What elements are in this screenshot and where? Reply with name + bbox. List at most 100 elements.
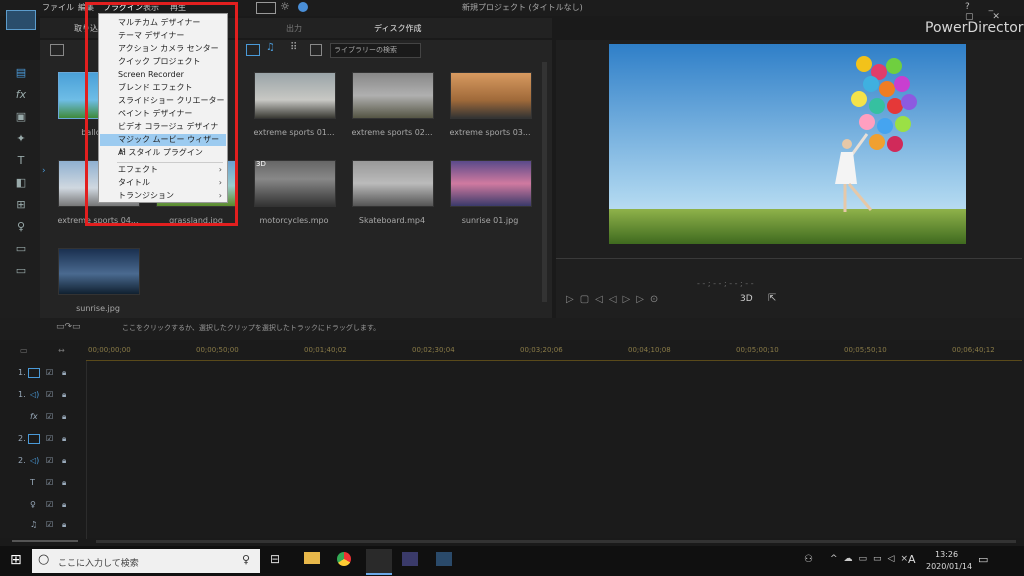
powerdirector-taskbar-icon[interactable] (366, 549, 392, 575)
track-enable-checkbox[interactable]: ☑ (46, 478, 53, 487)
timeline-scrollbar[interactable] (96, 540, 1016, 543)
app-logo (6, 10, 36, 30)
media-room-icon[interactable]: ▤ (14, 66, 28, 80)
lock-icon[interactable]: 🔒︎ (62, 412, 66, 422)
ruler-label: 00;03;20;06 (520, 346, 563, 354)
zoom-slider[interactable] (12, 540, 78, 542)
track-header-audio-2[interactable]: 2. ◁) ☑ 🔒︎ (0, 456, 86, 476)
toolbar-icon[interactable] (256, 2, 276, 14)
timeline-mode-icon[interactable]: ▭↷▭ (56, 322, 81, 332)
people-icon[interactable]: ⚇ (804, 554, 813, 565)
track-enable-checkbox[interactable]: ☑ (46, 368, 53, 377)
task-view-icon[interactable]: ⊟ (270, 552, 280, 566)
lock-icon[interactable]: 🔒︎ (62, 434, 66, 444)
thumb-skateboard[interactable] (352, 160, 434, 207)
thumb-label: extreme sports 02... (351, 128, 433, 137)
settings-icon[interactable]: ☼ (280, 0, 290, 13)
pip-room-icon[interactable]: ▣ (14, 110, 28, 124)
library-search-input[interactable]: ライブラリーの検索 (330, 43, 421, 58)
track-header-fx[interactable]: fx ☑ 🔒︎ (0, 412, 86, 432)
ruler-label: 00;04;10;08 (628, 346, 671, 354)
preview-svg (609, 44, 966, 244)
chapter-room-icon[interactable]: ▭ (14, 242, 28, 256)
audio-app-icon[interactable] (402, 552, 418, 566)
window-controls[interactable]: ? _ ▢ ✕ (965, 2, 1024, 22)
thumb-extreme-sports-01[interactable] (254, 72, 336, 119)
track-enable-checkbox[interactable]: ☑ (46, 520, 53, 529)
track-enable-checkbox[interactable]: ☑ (46, 390, 53, 399)
audio-track-icon: ◁) (30, 456, 40, 465)
lock-icon[interactable]: 🔒︎ (62, 520, 66, 530)
subtitle-room-icon[interactable]: ▭ (14, 264, 28, 278)
notification-icon[interactable] (298, 2, 308, 12)
brand-label: PowerDirector (925, 20, 1024, 36)
audio-mix-icon[interactable]: ⊞ (14, 198, 28, 212)
track-enable-checkbox[interactable]: ☑ (46, 500, 53, 509)
thumb-extreme-sports-02[interactable] (352, 72, 434, 119)
video-track-icon (28, 368, 40, 378)
voice-record-icon[interactable]: ♀ (14, 220, 28, 234)
track-header-audio-1[interactable]: 1. ◁) ☑ 🔒︎ (0, 390, 86, 410)
thumb-label: motorcycles.mpo (259, 216, 329, 225)
track-header-video-1[interactable]: 1. ☑ 🔒︎ (0, 368, 86, 388)
3d-mode-button[interactable]: 3D (740, 294, 753, 304)
particle-room-icon[interactable]: ✦ (14, 132, 28, 146)
app-taskbar-icon[interactable] (436, 552, 452, 566)
thumb-motorcycles[interactable] (254, 160, 336, 207)
chevron-right-icon[interactable]: › (42, 166, 46, 176)
lock-icon[interactable]: 🔒︎ (62, 478, 66, 488)
track-number: 1. (18, 368, 26, 377)
chrome-icon[interactable] (337, 552, 351, 566)
track-header-voice[interactable]: ♀ ☑ 🔒︎ (0, 500, 86, 520)
room-strip: ▤ fx ▣ ✦ T ◧ ⊞ ♀ ▭ ▭ (0, 60, 40, 340)
tab-disc[interactable]: ディスク作成 (374, 23, 421, 34)
transition-room-icon[interactable]: ◧ (14, 176, 28, 190)
microphone-icon: ♀ (30, 500, 36, 509)
track-enable-checkbox[interactable]: ☑ (46, 412, 53, 421)
windows-start-icon[interactable]: ⊞ (10, 552, 22, 568)
clock-time[interactable]: 13:26 (935, 550, 958, 559)
lock-icon[interactable]: 🔒︎ (62, 390, 66, 400)
library-scrollbar[interactable] (542, 62, 547, 302)
video-filter-icon[interactable] (246, 44, 260, 56)
fit-timeline-icon[interactable]: ↔ (58, 346, 65, 355)
clock-date[interactable]: 2020/01/14 (926, 562, 972, 571)
track-header-video-2[interactable]: 2. ☑ 🔒︎ (0, 434, 86, 454)
thumb-sunrise-01[interactable] (450, 160, 532, 207)
tab-output[interactable]: 出力 (286, 23, 302, 34)
thumb-label: Skateboard.mp4 (358, 216, 426, 225)
playback-controls[interactable]: ▷▢◁◁▷▷⊙ (566, 294, 664, 305)
lock-icon[interactable]: 🔒︎ (62, 500, 66, 510)
title-room-icon[interactable]: T (14, 154, 28, 168)
timecode-display: - - ; - - ; - - ; - - (697, 279, 754, 288)
lock-icon[interactable]: 🔒︎ (62, 368, 66, 378)
fx-room-icon[interactable]: fx (14, 88, 28, 102)
audio-filter-icon[interactable]: ♫ (266, 42, 275, 53)
ruler-label: 00;05;50;10 (844, 346, 887, 354)
thumb-label: sunrise 01.jpg (461, 216, 519, 225)
timeline-ruler[interactable]: 00;00;00;00 00;00;50;00 00;01;40;02 00;0… (86, 342, 1022, 360)
thumb-extreme-sports-03[interactable] (450, 72, 532, 119)
file-explorer-icon[interactable] (304, 552, 320, 564)
track-header-title[interactable]: T ☑ 🔒︎ (0, 478, 86, 498)
menu-file[interactable]: ファイル (42, 2, 74, 13)
expand-icon[interactable] (310, 44, 322, 56)
track-enable-checkbox[interactable]: ☑ (46, 456, 53, 465)
notification-center-icon[interactable]: ▭ (978, 553, 988, 566)
microphone-icon[interactable]: ♀ (242, 553, 250, 566)
taskbar-search-input[interactable]: ○ ここに入力して検索 ♀ (32, 549, 260, 573)
thumb-sunrise[interactable] (58, 248, 140, 295)
ruler-line (86, 360, 1022, 361)
track-header-music[interactable]: ♫ ☑ 🔒︎ (0, 520, 86, 540)
track-enable-checkbox[interactable]: ☑ (46, 434, 53, 443)
track-divider (86, 361, 87, 539)
import-icon[interactable] (50, 44, 64, 56)
fx-track-icon: fx (30, 412, 38, 421)
tray-icons[interactable]: ^☁▭▭◁× (830, 554, 914, 564)
undock-icon[interactable]: ⇱ (768, 293, 776, 304)
lock-icon[interactable]: 🔒︎ (62, 456, 66, 466)
ime-indicator[interactable]: A (908, 553, 916, 566)
project-title: 新規プロジェクト (タイトルなし) (462, 3, 583, 12)
track-manager-icon[interactable]: ▭ (20, 346, 28, 355)
grid-view-icon[interactable]: ⠿ (290, 42, 297, 53)
